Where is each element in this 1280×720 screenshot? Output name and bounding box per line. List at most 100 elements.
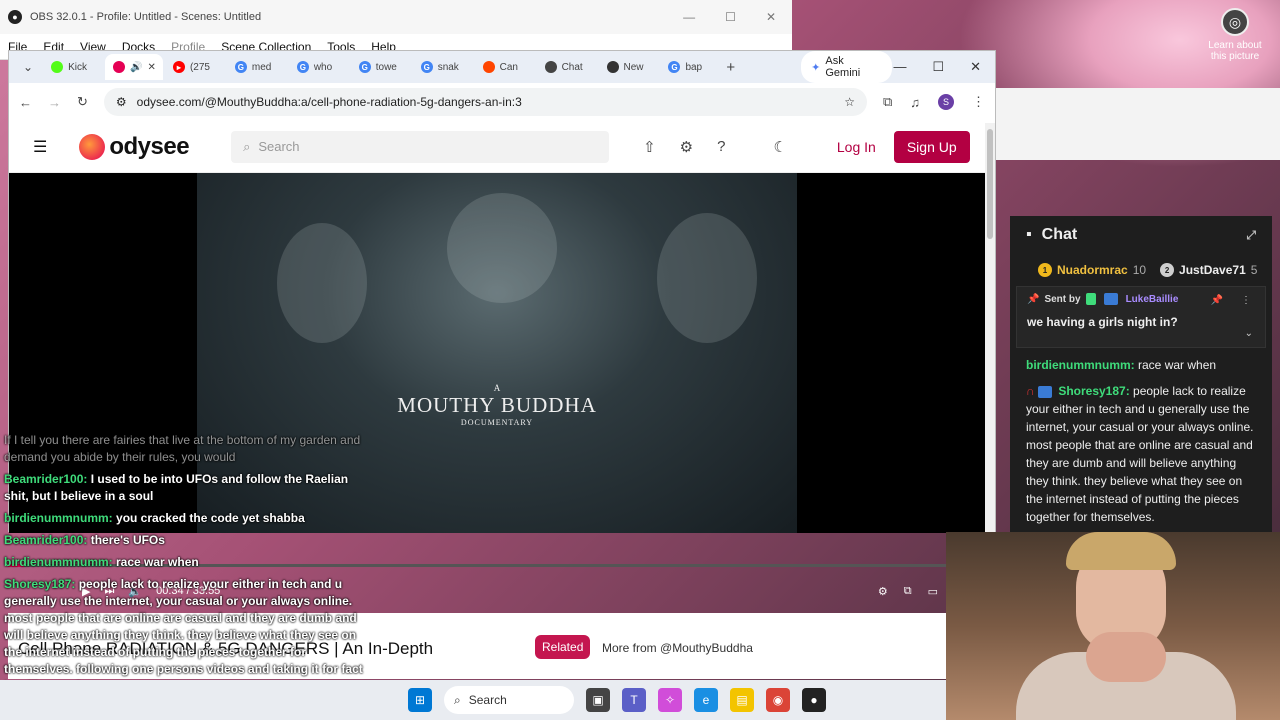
media-icon[interactable]: ♫ (910, 95, 920, 110)
reddit-icon (482, 61, 495, 73)
chat-text: race war when (1138, 358, 1217, 372)
teams-icon[interactable]: T (622, 688, 646, 712)
minimize-icon[interactable]: — (683, 10, 695, 24)
overlay-message: birdienummnumm: you cracked the code yet… (4, 510, 374, 527)
newtab-icon (606, 61, 619, 73)
settings-icon[interactable]: ⚙ (680, 138, 693, 156)
miniplayer-icon[interactable]: ⧉ (904, 585, 912, 598)
tab-label: Can (499, 61, 518, 73)
dark-mode-icon[interactable]: ☾ (773, 138, 786, 156)
site-search-input[interactable]: ⌕ Search (231, 130, 610, 163)
chevron-down-icon[interactable]: ⌄ (1245, 328, 1253, 339)
lens-button[interactable]: ◎ Learn about this picture (1202, 8, 1268, 78)
lens-icon: ◎ (1221, 8, 1249, 36)
tab[interactable]: Can (475, 54, 535, 80)
overlay-user: Beamrider100: (4, 533, 88, 547)
forward-icon[interactable]: → (48, 95, 61, 110)
pin-icon: 📌 (1027, 293, 1040, 305)
tab[interactable]: New (599, 54, 659, 80)
close-tab-icon[interactable]: ✕ (147, 62, 155, 73)
tab-label: snak (437, 61, 459, 73)
menu-icon[interactable]: ⋮ (972, 94, 985, 110)
search-icon: ⌕ (243, 138, 251, 154)
chatgpt-icon (544, 61, 557, 73)
copilot-icon[interactable]: ✧ (658, 688, 682, 712)
youtube-icon: ▸ (172, 61, 185, 73)
tab[interactable]: ▸ (275 (165, 54, 225, 80)
tipper-count: 10 (1132, 263, 1147, 277)
close-icon[interactable]: ✕ (766, 10, 776, 24)
extensions-icon[interactable]: ⧉ (883, 94, 892, 110)
overlay-text: you cracked the code yet shabba (116, 511, 305, 525)
chat-username[interactable]: birdienummnumm: (1026, 358, 1135, 372)
signup-button[interactable]: Sign Up (893, 130, 970, 163)
odysee-icon (113, 61, 125, 73)
verified-badge-icon (1037, 385, 1052, 398)
tab-label: New (623, 61, 644, 73)
upload-icon[interactable]: ⇧ (643, 138, 656, 156)
badge-icon: ∩ (1026, 384, 1035, 398)
tab-search-icon[interactable]: ⌄ (15, 60, 41, 74)
odysee-header: ☰ odysee ⌕ Search ⇧ ⚙ ? ☾ Log In Sign Up (9, 121, 995, 173)
brand-name: odysee (109, 132, 190, 160)
scroll-thumb[interactable] (987, 129, 993, 239)
file-explorer-icon[interactable]: ▤ (730, 688, 754, 712)
chat-username[interactable]: Shoresy187: (1058, 384, 1129, 398)
theater-icon[interactable]: ▭ (928, 585, 938, 598)
more-icon[interactable]: ⋮ (1241, 295, 1251, 306)
background-panel (996, 88, 1280, 160)
tab[interactable]: Gbap (660, 54, 720, 80)
tab[interactable]: Gtowe (351, 54, 411, 80)
ask-gemini-button[interactable]: ✦ Ask Gemini (801, 51, 892, 83)
more-from-tab[interactable]: More from @MouthyBuddha (602, 641, 753, 655)
pinned-user[interactable]: LukeBaillie (1126, 294, 1179, 305)
new-tab-icon[interactable]: + (722, 59, 739, 76)
url-text: odysee.com/@MouthyBuddha:a/cell-phone-ra… (136, 95, 522, 109)
tab-active[interactable]: 🔊 ✕ (105, 54, 163, 80)
obs-icon[interactable]: ● (802, 688, 826, 712)
related-tab[interactable]: Related (535, 635, 591, 659)
chat-title: Chat (1041, 226, 1078, 243)
profile-avatar[interactable]: S (938, 94, 954, 110)
tab[interactable]: Chat (537, 54, 597, 80)
page-scrollbar[interactable] (985, 123, 995, 533)
tab-label: Chat (561, 61, 583, 73)
bookmark-star-icon[interactable]: ☆ (844, 95, 855, 109)
maximize-icon[interactable]: ☐ (933, 59, 945, 75)
settings-icon[interactable]: ⚙ (878, 585, 888, 598)
url-field[interactable]: ⚙ odysee.com/@MouthyBuddha:a/cell-phone-… (103, 88, 867, 116)
overlay-user: birdienummnumm: (4, 555, 113, 569)
minimize-icon[interactable]: — (894, 59, 907, 75)
chat-text: people lack to realize your either in te… (1026, 384, 1254, 524)
popout-icon[interactable]: ⤢ (1246, 228, 1256, 243)
tab-label: (275 (189, 61, 210, 73)
start-icon[interactable]: ⊞ (408, 688, 432, 712)
tab-strip: ⌄ Kick 🔊 ✕ ▸ (275 Gmed Gwho Gtowe Gsnak Ca… (9, 51, 995, 83)
verified-badge-icon (1103, 293, 1118, 305)
login-button[interactable]: Log In (837, 139, 876, 155)
odysee-logo[interactable]: odysee (79, 132, 190, 161)
task-view-icon[interactable]: ▣ (586, 688, 610, 712)
tab[interactable]: Kick (43, 54, 103, 80)
chrome-icon[interactable]: ◉ (766, 688, 790, 712)
reload-icon[interactable]: ↻ (77, 94, 88, 110)
maximize-icon[interactable]: ☐ (725, 10, 736, 24)
back-icon[interactable]: ← (19, 95, 32, 110)
close-icon[interactable]: ✕ (970, 59, 981, 75)
tab[interactable]: Gmed (227, 54, 287, 80)
search-icon: ⌕ (454, 692, 461, 707)
help-icon[interactable]: ? (717, 138, 725, 156)
edge-icon[interactable]: e (694, 688, 718, 712)
tab[interactable]: Gsnak (413, 54, 473, 80)
pinned-message: 📌 Sent by LukeBaillie we having a girls … (1016, 286, 1266, 348)
obs-title: OBS 32.0.1 - Profile: Untitled - Scenes:… (30, 11, 262, 23)
taskbar-search[interactable]: ⌕ Search (444, 686, 574, 714)
tipper[interactable]: 2 JustDave71 5 (1160, 263, 1257, 277)
unpin-icon[interactable]: 📌 (1211, 295, 1223, 306)
hamburger-icon[interactable]: ☰ (19, 137, 61, 157)
tab[interactable]: Gwho (289, 54, 349, 80)
tipper[interactable]: 1 Nuadormrac 10 (1038, 263, 1146, 277)
site-info-icon[interactable]: ⚙ (116, 95, 127, 109)
overlay-text: people lack to realize your either in te… (4, 577, 363, 693)
title-card-title: MOUTHY BUDDHA (397, 393, 597, 417)
